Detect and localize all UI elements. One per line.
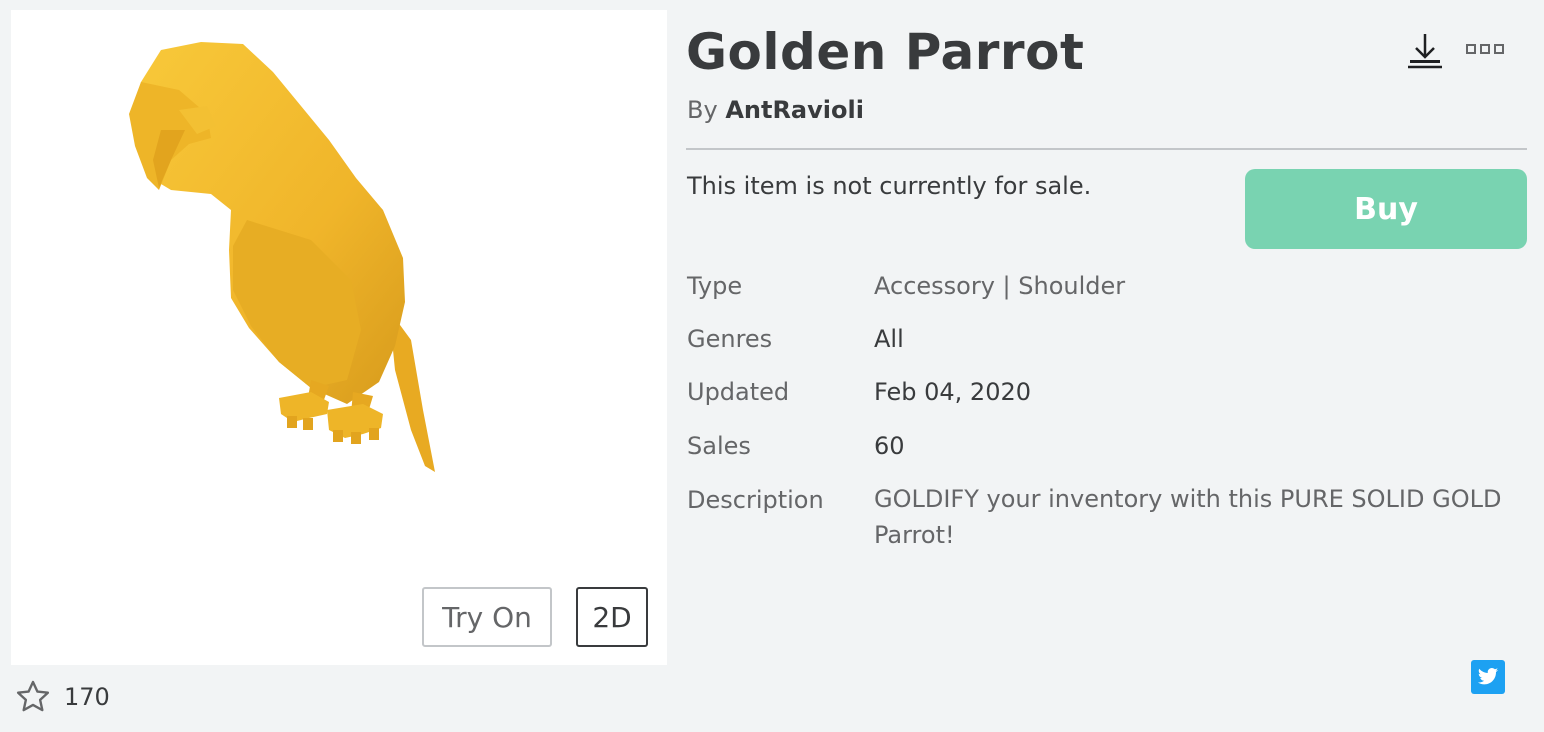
favorite-control[interactable]: 170	[14, 678, 110, 716]
twitter-share-button[interactable]	[1471, 660, 1505, 694]
favorite-count: 170	[64, 683, 110, 711]
creator-byline: By AntRavioli	[687, 96, 864, 124]
type-label: Type	[687, 272, 743, 300]
sales-value: 60	[874, 432, 905, 460]
item-preview-panel: Try On 2D	[11, 10, 667, 665]
twitter-icon	[1477, 668, 1499, 685]
genres-label: Genres	[687, 325, 773, 353]
item-title: Golden Parrot	[686, 23, 1085, 81]
description-label: Description	[687, 486, 824, 514]
updated-label: Updated	[687, 378, 790, 406]
try-on-button[interactable]: Try On	[422, 587, 552, 647]
golden-parrot-thumbnail	[129, 42, 435, 472]
description-value: GOLDIFY your inventory with this PURE SO…	[874, 485, 1502, 549]
creator-link[interactable]: AntRavioli	[725, 96, 864, 124]
buy-button[interactable]: Buy	[1245, 169, 1527, 249]
download-icon[interactable]	[1404, 30, 1446, 72]
catalog-item-page: { "item": { "title": "Golden Parrot", "b…	[0, 0, 1544, 732]
updated-value: Feb 04, 2020	[874, 378, 1031, 406]
by-prefix: By	[687, 96, 718, 124]
star-outline-icon[interactable]	[14, 678, 52, 716]
type-value: Accessory | Shoulder	[874, 272, 1126, 300]
sale-status-text: This item is not currently for sale.	[687, 172, 1092, 200]
sales-label: Sales	[687, 432, 751, 460]
genres-value[interactable]: All	[874, 325, 904, 353]
more-options-icon[interactable]	[1466, 44, 1506, 56]
title-divider	[686, 148, 1527, 150]
view-2d-button[interactable]: 2D	[576, 587, 648, 647]
